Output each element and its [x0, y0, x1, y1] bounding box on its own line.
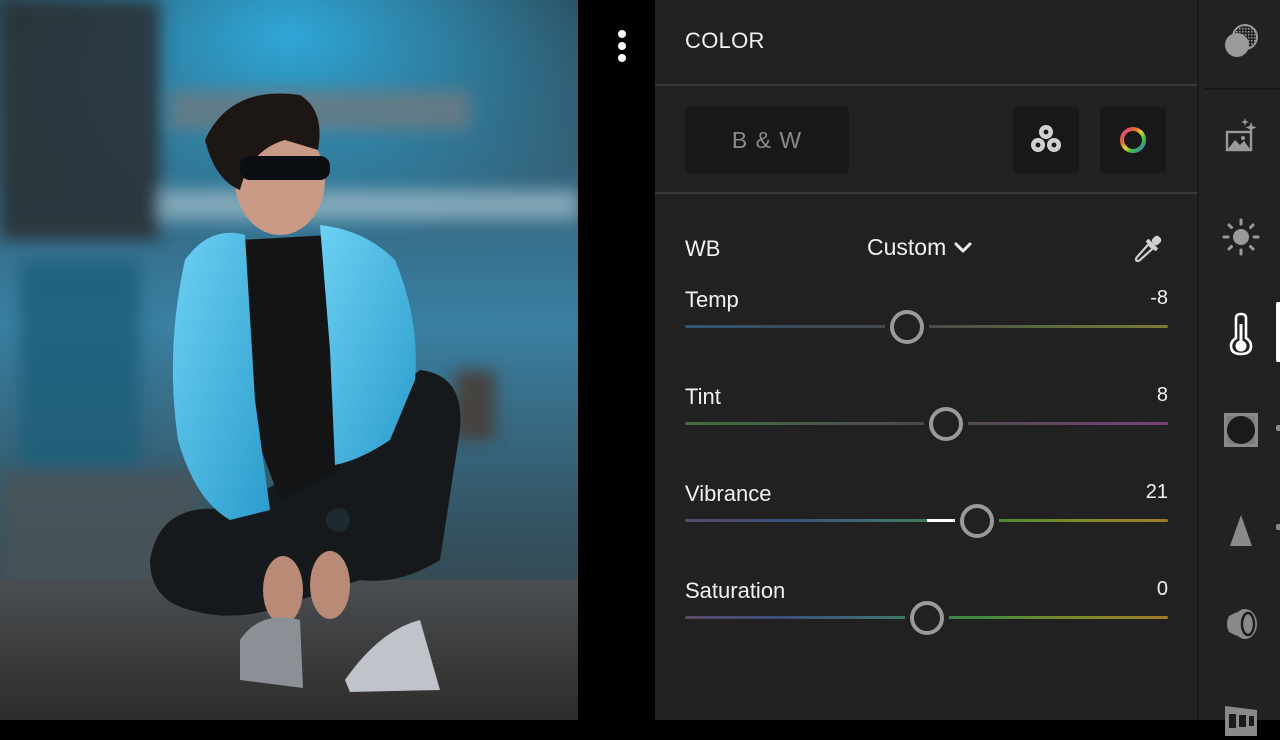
- slider-thumb[interactable]: [960, 504, 995, 538]
- scroll-dot: [1276, 425, 1280, 431]
- black-and-white-button[interactable]: B & W: [685, 107, 849, 173]
- edit-toolbar: [1197, 0, 1280, 736]
- color-grading-button[interactable]: [1100, 107, 1166, 173]
- slider-label: Tint: [685, 384, 721, 409]
- geometry-icon: [1225, 706, 1257, 736]
- toolbar-item-detail[interactable]: [1217, 506, 1265, 554]
- color-mix-button[interactable]: [1013, 107, 1079, 173]
- scroll-dot: [1276, 524, 1280, 530]
- toolbar-item-masking[interactable]: [1217, 18, 1265, 66]
- slider-value[interactable]: 0: [1157, 578, 1168, 601]
- white-balance-dropdown[interactable]: Custom: [867, 234, 972, 261]
- slider-value[interactable]: 21: [1146, 481, 1168, 504]
- color-grading-wheel-icon: [1120, 127, 1146, 153]
- masking-icon: [1225, 24, 1258, 57]
- slider-vibrance: Vibrance 21: [685, 481, 1168, 561]
- slider-value[interactable]: 8: [1157, 384, 1168, 407]
- divider: [655, 84, 1197, 86]
- slider-value[interactable]: -8: [1150, 287, 1168, 310]
- color-mix-circles-icon: [1031, 125, 1061, 152]
- auto-enhance-icon: [1225, 118, 1257, 152]
- slider-label: Temp: [685, 287, 739, 312]
- slider-thumb[interactable]: [890, 310, 925, 344]
- slider-thumb[interactable]: [928, 407, 963, 441]
- toolbar-item-auto[interactable]: [1217, 114, 1265, 162]
- divider: [655, 192, 1197, 194]
- slider-label: Saturation: [685, 578, 786, 603]
- slider-thumb[interactable]: [909, 601, 944, 635]
- white-balance-value: Custom: [867, 234, 947, 260]
- toolbar-item-optics[interactable]: [1217, 600, 1265, 648]
- eyedropper-icon: [1134, 235, 1162, 263]
- slider-saturation: Saturation 0: [685, 578, 1168, 658]
- separator-strip: [578, 0, 655, 720]
- toolbar-item-effects[interactable]: [1217, 406, 1265, 454]
- thermometer-icon: [1229, 312, 1253, 356]
- lens-icon: [1227, 609, 1257, 639]
- slider-temp: Temp -8: [685, 287, 1168, 367]
- photo-image: [0, 0, 578, 720]
- slider-label: Vibrance: [685, 481, 772, 506]
- chevron-down-icon: [954, 242, 972, 252]
- divider: [1205, 88, 1280, 90]
- white-balance-label: WB: [685, 236, 721, 261]
- toolbar-item-color[interactable]: [1217, 310, 1265, 358]
- panel-title: COLOR: [685, 28, 765, 53]
- toolbar-item-light[interactable]: [1217, 213, 1265, 261]
- active-tool-indicator: [1276, 302, 1280, 362]
- vignette-icon: [1224, 413, 1258, 447]
- sun-icon: [1222, 218, 1260, 256]
- more-vertical-icon[interactable]: [614, 30, 630, 64]
- triangle-icon: [1230, 515, 1252, 546]
- slider-tint: Tint 8: [685, 384, 1168, 464]
- eyedropper-button[interactable]: [1127, 230, 1167, 270]
- toolbar-item-geometry[interactable]: [1217, 692, 1265, 740]
- color-panel: COLOR B & W WB Custom Temp -8 Tint 8 Vib…: [655, 0, 1197, 720]
- photo-preview[interactable]: [0, 0, 578, 720]
